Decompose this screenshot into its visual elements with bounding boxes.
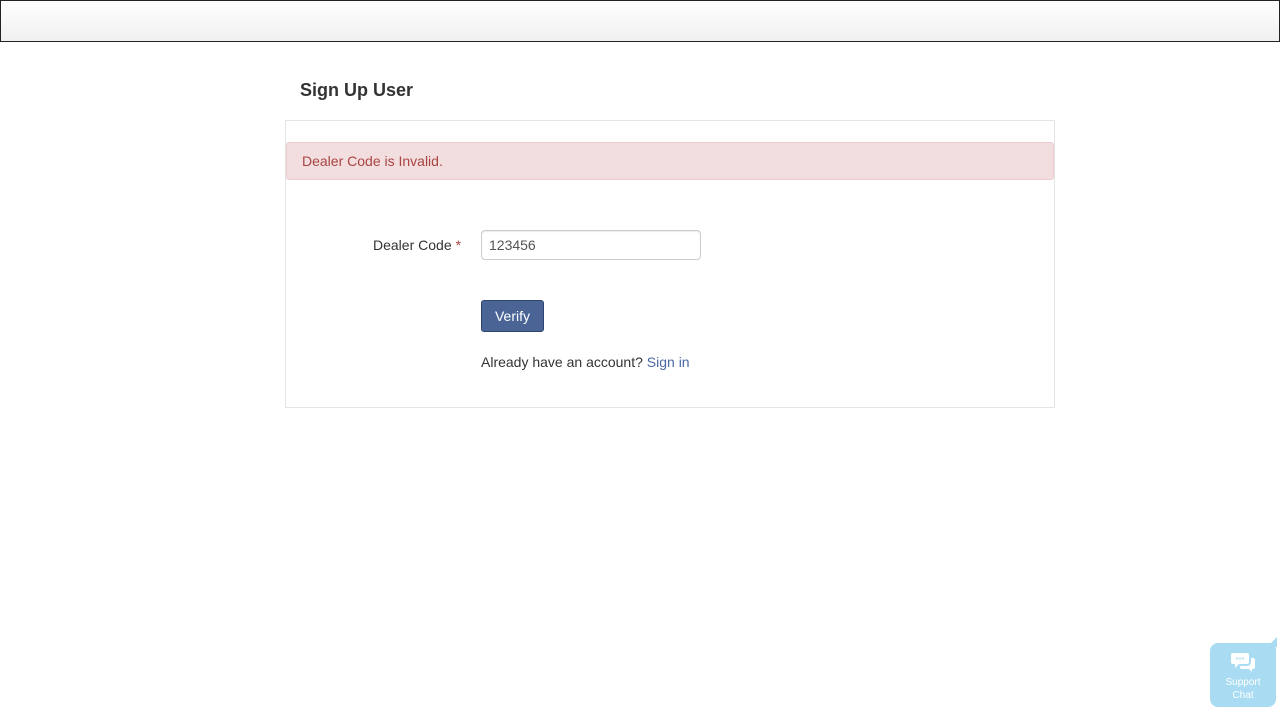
required-marker: * (455, 237, 462, 253)
support-chat-label: Support Chat (1210, 676, 1276, 702)
dealer-code-label-text: Dealer Code (373, 237, 452, 253)
dealer-code-label: Dealer Code * (373, 237, 461, 253)
support-chat-button[interactable]: Support Chat (1210, 637, 1277, 707)
signup-panel: Dealer Code is Invalid. Dealer Code* Ver… (285, 120, 1055, 408)
page-title: Sign Up User (300, 80, 414, 100)
error-alert: Dealer Code is Invalid. (286, 142, 1054, 180)
support-chat-label-line2: Chat (1232, 690, 1254, 701)
top-navbar (0, 0, 1280, 42)
chat-bubbles-icon (1231, 653, 1255, 672)
signin-prompt-text: Already have an account? (481, 354, 643, 370)
verify-button[interactable]: Verify (481, 300, 544, 332)
sign-in-link[interactable]: Sign in (647, 354, 690, 370)
signin-prompt: Already have an account? Sign in (481, 354, 690, 370)
support-chat-label-line1: Support (1225, 677, 1261, 688)
dealer-code-input[interactable] (481, 230, 701, 260)
